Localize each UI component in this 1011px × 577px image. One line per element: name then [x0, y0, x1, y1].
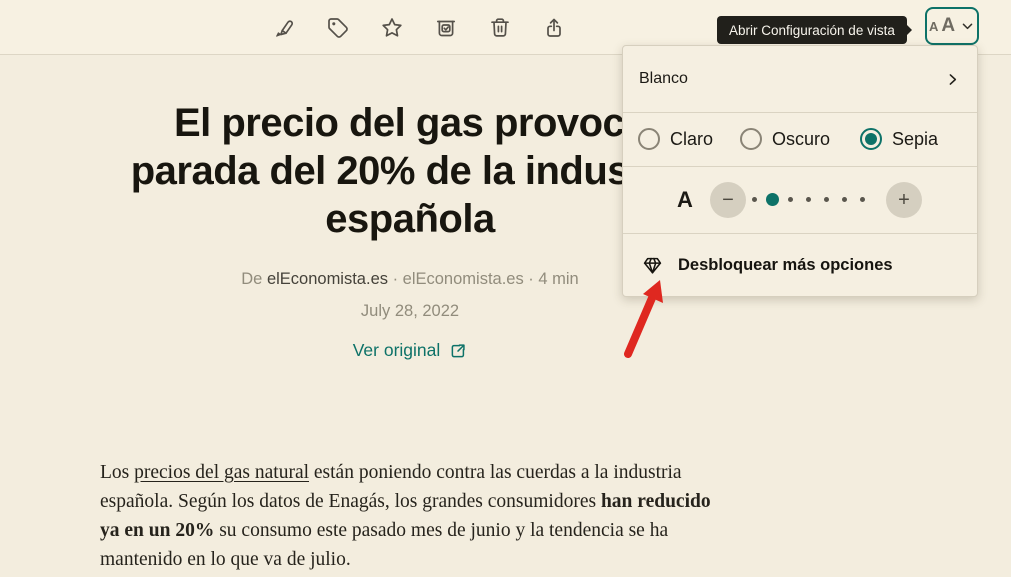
mode-label: Sepia [892, 129, 938, 150]
article-date: July 28, 2022 [80, 302, 740, 321]
text-run: mantenido en lo que va de julio. [100, 549, 351, 570]
font-size-steps [745, 166, 871, 233]
tag-icon [326, 16, 350, 40]
highlighter-icon [272, 16, 296, 40]
tooltip-text: Abrir Configuración de vista [729, 23, 895, 38]
font-size-decrease-button[interactable]: − [710, 182, 746, 218]
trash-icon [488, 16, 512, 40]
text-run: De [241, 270, 267, 288]
text-run: Los [100, 462, 134, 483]
mode-option-sepia[interactable]: Sepia [860, 112, 938, 166]
radio-oscuro [740, 128, 762, 150]
paragraph-line: española. Según los datos de Enagás, los… [100, 487, 750, 516]
share-icon [542, 16, 566, 40]
theme-row[interactable]: Blanco [623, 46, 977, 112]
archive-button[interactable] [434, 16, 458, 40]
font-size-step[interactable] [842, 197, 847, 202]
font-size-increase-button[interactable]: + [886, 182, 922, 218]
archive-check-icon [434, 16, 458, 40]
tag-button[interactable] [326, 16, 350, 40]
paragraph-line: mantenido en lo que va de julio. [100, 545, 750, 574]
view-original-row: Ver original [80, 340, 740, 361]
radio-claro [638, 128, 660, 150]
text-run: española. Según los datos de Enagás, los… [100, 491, 601, 512]
share-button[interactable] [542, 16, 566, 40]
font-size-step[interactable] [860, 197, 865, 202]
view-settings-dropdown: Blanco Claro Oscuro Sepia A − + [622, 45, 978, 297]
tooltip-pointer [907, 25, 912, 35]
aa-large-letter: A [941, 15, 955, 37]
unlock-more-options[interactable]: Desbloquear más opciones [623, 233, 977, 298]
mode-option-claro[interactable]: Claro [638, 112, 713, 166]
theme-label: Blanco [639, 70, 688, 88]
star-icon [380, 16, 404, 40]
chevron-down-icon [960, 19, 975, 34]
unlock-label: Desbloquear más opciones [678, 256, 893, 275]
font-size-step-selected[interactable] [766, 193, 779, 206]
toolbar-icon-group [272, 0, 566, 55]
tooltip: Abrir Configuración de vista [717, 16, 907, 44]
article-paragraph: Los precios del gas natural están ponien… [100, 458, 750, 574]
chevron-right-icon [944, 71, 961, 88]
text-run: su consumo este pasado mes de junio y la… [214, 520, 668, 541]
text-run: han reducido [601, 491, 711, 512]
diamond-icon [641, 254, 664, 277]
font-size-row: A − + [623, 166, 977, 233]
paragraph-line: ya en un 20% su consumo este pasado mes … [100, 516, 750, 545]
mode-label: Oscuro [772, 129, 830, 150]
text-run: · elEconomista.es · 4 min [388, 270, 579, 288]
view-settings-button[interactable]: A A [925, 7, 979, 45]
font-size-step[interactable] [824, 197, 829, 202]
display-mode-row: Claro Oscuro Sepia [623, 112, 977, 166]
font-size-step[interactable] [752, 197, 757, 202]
font-size-letter: A [677, 166, 693, 233]
delete-button[interactable] [488, 16, 512, 40]
font-size-step[interactable] [806, 197, 811, 202]
external-link-icon [449, 342, 467, 360]
text-run: están poniendo contra las cuerdas a la i… [309, 462, 682, 483]
favorite-button[interactable] [380, 16, 404, 40]
mode-label: Claro [670, 129, 713, 150]
mode-option-oscuro[interactable]: Oscuro [740, 112, 830, 166]
paragraph-line: Los precios del gas natural están ponien… [100, 458, 750, 487]
view-original-link[interactable]: Ver original [353, 340, 468, 361]
reader-view-screen: A A Abrir Configuración de vista El prec… [0, 0, 1011, 577]
highlight-button[interactable] [272, 16, 296, 40]
aa-small-letter: A [929, 19, 938, 34]
text-run: precios del gas natural [134, 462, 309, 483]
font-size-step[interactable] [788, 197, 793, 202]
radio-sepia [860, 128, 882, 150]
text-run: ya en un 20% [100, 520, 214, 541]
text-run: elEconomista.es [267, 270, 388, 288]
view-original-label: Ver original [353, 340, 441, 361]
